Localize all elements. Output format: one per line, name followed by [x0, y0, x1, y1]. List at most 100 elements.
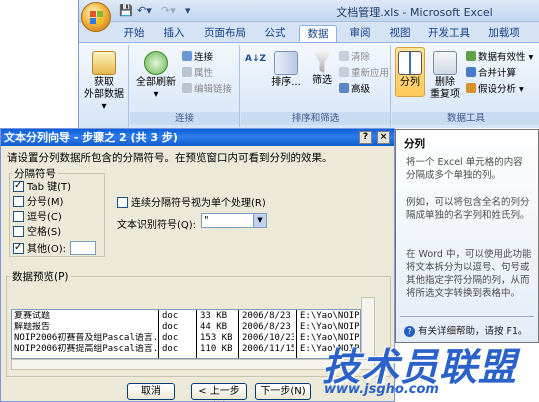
refresh-all-label: 全部刷新	[136, 77, 176, 88]
help-icon[interactable]: ?	[359, 131, 372, 144]
clear-filter-button[interactable]: 清除	[339, 51, 370, 64]
data-preview-box[interactable]: 复赛试题 doc 33 KB 2006/8/23 E:\Yao\NOIP2007…	[11, 309, 361, 359]
preview-cell: 2006/8/23	[242, 322, 291, 332]
cancel-button[interactable]: 取消	[127, 383, 175, 400]
tab-addins[interactable]: 加载项	[483, 25, 525, 42]
what-if-button[interactable]: 假设分析 ▾	[466, 83, 524, 96]
checkbox-checked[interactable]	[13, 241, 24, 254]
group-connections: 全部刷新 ▾ 连接 属性 编辑链接 连接	[130, 45, 240, 127]
chevron-down-icon[interactable]: ▼	[253, 214, 266, 227]
other-delimiter-input[interactable]	[70, 241, 97, 255]
data-preview-label: 数据预览(P)	[10, 269, 71, 284]
dialog-description: 请设置分列数据所包含的分隔符号。在预览窗口内可看到分列的效果。	[7, 152, 333, 164]
preview-cell: E:\Yao\NOIP2007\noi	[300, 322, 360, 332]
checkbox-unchecked[interactable]	[13, 196, 24, 207]
other-checkbox-label: 其他(O):	[27, 244, 67, 255]
preview-cell: NOIP2006初赛普及组Pascal语言...	[14, 333, 156, 343]
column-separator[interactable]	[296, 310, 297, 358]
consolidate-button[interactable]: 合并计算	[466, 67, 516, 80]
preview-cell: NOIP2006初赛提高组Pascal语言...	[14, 344, 156, 354]
dialog-title: 文本分列向导 - 步骤之 2 (共 3 步)	[1, 129, 394, 146]
reapply-icon	[339, 67, 349, 77]
other-checkbox[interactable]: 其他(O):	[13, 241, 97, 255]
preview-horizontal-scrollbar[interactable]	[11, 359, 375, 370]
comma-checkbox-label: 逗号(C)	[27, 212, 62, 223]
preview-cell: 153 KB	[200, 333, 233, 343]
group-label-data-tools: 数据工具	[392, 112, 539, 125]
edit-links-icon	[182, 83, 192, 93]
back-button[interactable]: < 上一步(B)	[191, 383, 247, 402]
tab-formulas[interactable]: 公式	[260, 25, 290, 42]
text-to-columns-button[interactable]: 分列	[395, 47, 425, 97]
external-data-label-1: 获取	[94, 77, 114, 88]
tab-checkbox-label: Tab 键(T)	[27, 182, 72, 193]
filter-button[interactable]: 筛选	[307, 51, 337, 87]
preview-cell: 44 KB	[200, 322, 228, 332]
refresh-all-button[interactable]: 全部刷新 ▾	[134, 51, 178, 101]
consolidate-icon	[466, 67, 476, 77]
advanced-filter-button[interactable]: 高级	[339, 83, 370, 96]
comma-checkbox[interactable]: 逗号(C)	[13, 211, 62, 224]
preview-cell: 33 KB	[200, 311, 228, 321]
preview-cell: 2006/10/23	[242, 333, 294, 343]
column-separator[interactable]	[196, 310, 197, 358]
close-icon[interactable]: ×	[377, 131, 390, 144]
data-validation-button[interactable]: 数据有效性 ▾	[466, 51, 533, 64]
semicolon-checkbox-label: 分号(M)	[27, 197, 64, 208]
filter-funnel-icon	[312, 51, 332, 73]
remove-duplicates-button[interactable]: 删除 重复项	[428, 51, 462, 101]
filter-label: 筛选	[312, 75, 332, 86]
consecutive-delimiters-checkbox[interactable]: 连续分隔符号视为单个处理(R)	[117, 194, 266, 209]
sort-label: 排序...	[271, 77, 301, 88]
tooltip-title: 分列	[404, 138, 425, 150]
checkbox-unchecked[interactable]	[117, 197, 128, 208]
next-button[interactable]: 下一步(N) >	[255, 383, 311, 402]
checkbox-unchecked[interactable]	[13, 226, 24, 237]
reapply-button[interactable]: 重新应用	[339, 67, 389, 80]
group-label-connections: 连接	[130, 112, 239, 125]
edit-links-label: 编辑链接	[194, 84, 233, 95]
semicolon-checkbox[interactable]: 分号(M)	[13, 196, 63, 209]
tooltip-divider	[400, 316, 534, 317]
tab-home[interactable]: 开始	[119, 25, 149, 42]
column-separator[interactable]	[158, 310, 159, 358]
remove-duplicates-icon	[433, 51, 457, 75]
external-data-icon	[92, 51, 116, 75]
tab-page-layout[interactable]: 页面布局	[199, 25, 251, 42]
get-external-data-button[interactable]: 获取 外部数据 ▾	[81, 51, 127, 113]
sort-button[interactable]: 排序...	[269, 51, 303, 89]
refresh-icon	[144, 51, 168, 75]
column-separator[interactable]	[238, 310, 239, 358]
what-if-label: 假设分析 ▾	[478, 84, 524, 95]
preview-cell: doc	[162, 344, 179, 354]
properties-button[interactable]: 属性	[182, 67, 213, 80]
sort-az-button[interactable]: A↓Z	[245, 53, 266, 66]
excel-window: 💾 ↶▾ ↷▾ ▾ 文档管理.xls - Microsoft Excel 开始 …	[78, 0, 539, 128]
connections-label: 连接	[194, 52, 214, 63]
tab-checkbox[interactable]: Tab 键(T)	[13, 179, 72, 194]
edit-links-button[interactable]: 编辑链接	[182, 83, 232, 96]
consecutive-label: 连续分隔符号视为单个处理(R)	[131, 198, 266, 209]
clear-icon	[339, 51, 349, 61]
ribbon-tabs: 开始 插入 页面布局 公式 数据 审阅 视图 开发工具 加载项	[79, 22, 539, 42]
space-checkbox[interactable]: 空格(S)	[13, 226, 61, 239]
remove-duplicates-label-2: 重复项	[430, 89, 460, 100]
remove-duplicates-label-1: 删除	[435, 77, 455, 88]
clear-label: 清除	[351, 52, 371, 63]
office-button[interactable]	[81, 2, 111, 32]
tab-view[interactable]: 视图	[385, 25, 415, 42]
preview-cell: doc	[162, 322, 179, 332]
tab-review[interactable]: 审阅	[345, 25, 375, 42]
text-to-columns-tooltip: 分列 将一个 Excel 单元格的内容分隔成多个单独的列。 例如，可以将包含全名…	[395, 129, 539, 343]
checkbox-unchecked[interactable]	[13, 211, 24, 222]
connections-button[interactable]: 连接	[182, 51, 213, 64]
tab-insert[interactable]: 插入	[159, 25, 189, 42]
tooltip-help: ? 有关详细帮助，请按 F1。	[404, 323, 528, 337]
properties-icon	[182, 67, 192, 77]
checkbox-checked[interactable]	[13, 179, 24, 192]
tab-developer[interactable]: 开发工具	[423, 25, 475, 42]
group-external-data: 获取 外部数据 ▾	[79, 45, 129, 127]
window-title: 文档管理.xls - Microsoft Excel	[336, 6, 493, 19]
tab-data[interactable]: 数据	[299, 25, 337, 42]
text-qualifier-select[interactable]: " ▼	[201, 213, 267, 228]
